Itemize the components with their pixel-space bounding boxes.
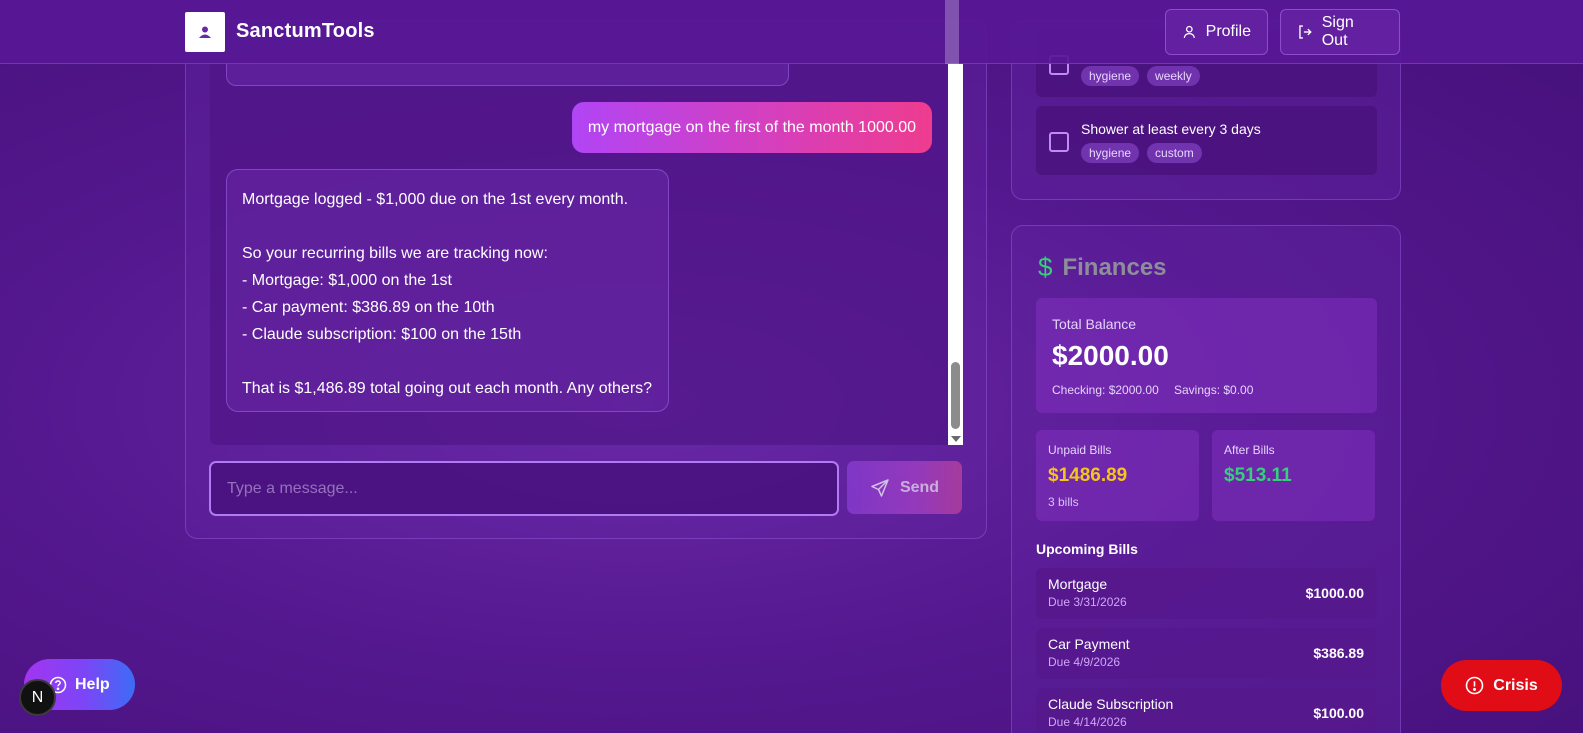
- sign-out-label: Sign Out: [1321, 14, 1354, 49]
- assistant-line: That is $1,486.89 total going out each m…: [242, 380, 653, 397]
- crisis-label: Crisis: [1493, 676, 1538, 694]
- bill-name: Claude Subscription: [1048, 696, 1174, 712]
- task-tags: hygiene custom: [1081, 143, 1202, 163]
- bill-amount: $386.89: [1313, 645, 1364, 661]
- task-title: Shower at least every 3 days: [1081, 121, 1261, 137]
- bill-name: Mortgage: [1048, 576, 1108, 592]
- bill-due-date: Due 4/9/2026: [1048, 655, 1121, 669]
- assistant-line: Mortgage logged - $1,000 due on the 1st …: [242, 191, 629, 208]
- total-balance-card: Total Balance $2000.00 Checking: $2000.0…: [1036, 298, 1377, 413]
- unpaid-bills-label: Unpaid Bills: [1048, 443, 1112, 457]
- assistant-line: - Claude subscription: $100 on the 15th: [242, 326, 522, 343]
- task-checkbox[interactable]: [1049, 132, 1069, 152]
- profile-label: Profile: [1205, 23, 1251, 40]
- message-input[interactable]: [209, 461, 839, 516]
- brand-name: SanctumTools: [236, 20, 375, 42]
- scrollbar-thumb[interactable]: [951, 362, 960, 429]
- total-balance-label: Total Balance: [1052, 316, 1137, 332]
- crisis-button[interactable]: Crisis: [1441, 660, 1562, 711]
- user-message-text: my mortgage on the first of the month 10…: [587, 118, 916, 136]
- send-label: Send: [899, 478, 940, 496]
- dollar-icon: $: [1038, 252, 1053, 282]
- chat-scrollbar[interactable]: [948, 64, 963, 445]
- previous-message-bubble: [226, 64, 789, 86]
- assistant-line: [242, 213, 653, 240]
- bill-due-date: Due 4/14/2026: [1048, 715, 1127, 729]
- log-out-icon: [1299, 25, 1312, 39]
- scroll-down-arrow-icon[interactable]: [951, 436, 961, 442]
- assistant-line: - Car payment: $386.89 on the 10th: [242, 299, 495, 316]
- help-label: Help: [75, 675, 110, 693]
- finances-title: $ Finances: [1038, 252, 1167, 283]
- send-button[interactable]: Send: [847, 461, 962, 514]
- checking-balance: Checking: $2000.00: [1052, 383, 1159, 397]
- send-icon: [871, 478, 889, 497]
- task-item[interactable]: Shower at least every 3 days hygiene cus…: [1036, 106, 1377, 175]
- task-tag: hygiene: [1081, 66, 1140, 86]
- logo-icon: [199, 26, 211, 38]
- task-tags: hygiene weekly: [1081, 66, 1200, 86]
- user-icon: [1183, 25, 1195, 39]
- bill-row[interactable]: Mortgage Due 3/31/2026 $1000.00: [1036, 568, 1377, 619]
- chat-messages[interactable]: my mortgage on the first of the month 10…: [210, 64, 962, 445]
- n-badge[interactable]: N: [19, 679, 56, 716]
- bill-due-date: Due 3/31/2026: [1048, 595, 1127, 609]
- bill-name: Car Payment: [1048, 636, 1130, 652]
- header-divider-strip: [945, 0, 959, 64]
- task-tag: weekly: [1147, 66, 1200, 86]
- sign-out-button[interactable]: Sign Out: [1280, 9, 1400, 55]
- assistant-line: - Mortgage: $1,000 on the 1st: [242, 272, 452, 289]
- after-bills-label: After Bills: [1224, 443, 1275, 457]
- assistant-message-bubble: Mortgage logged - $1,000 due on the 1st …: [226, 169, 669, 412]
- assistant-line: [242, 348, 653, 375]
- unpaid-bills-card: Unpaid Bills $1486.89 3 bills: [1036, 430, 1199, 521]
- app-logo[interactable]: [185, 12, 225, 52]
- bill-amount: $100.00: [1313, 705, 1364, 721]
- bill-row[interactable]: Car Payment Due 4/9/2026 $386.89: [1036, 628, 1377, 679]
- bill-row[interactable]: Claude Subscription Due 4/14/2026 $100.0…: [1036, 688, 1377, 733]
- user-message-bubble: my mortgage on the first of the month 10…: [571, 102, 932, 153]
- savings-balance: Savings: $0.00: [1174, 383, 1254, 397]
- finances-title-text: Finances: [1062, 253, 1167, 281]
- bill-amount: $1000.00: [1305, 585, 1364, 601]
- upcoming-bills-title: Upcoming Bills: [1036, 541, 1138, 557]
- task-tag: hygiene: [1081, 143, 1140, 163]
- task-tag: custom: [1147, 143, 1202, 163]
- alert-circle-icon: [1465, 676, 1484, 695]
- app-header: SanctumTools Profile Sign Out: [0, 0, 1583, 64]
- profile-button[interactable]: Profile: [1165, 9, 1268, 55]
- unpaid-bills-value: $1486.89: [1048, 465, 1128, 486]
- total-balance-value: $2000.00: [1052, 340, 1169, 371]
- after-bills-card: After Bills $513.11: [1212, 430, 1375, 521]
- assistant-line: So your recurring bills we are tracking …: [242, 245, 548, 262]
- after-bills-value: $513.11: [1224, 465, 1292, 486]
- unpaid-bills-count: 3 bills: [1048, 495, 1079, 509]
